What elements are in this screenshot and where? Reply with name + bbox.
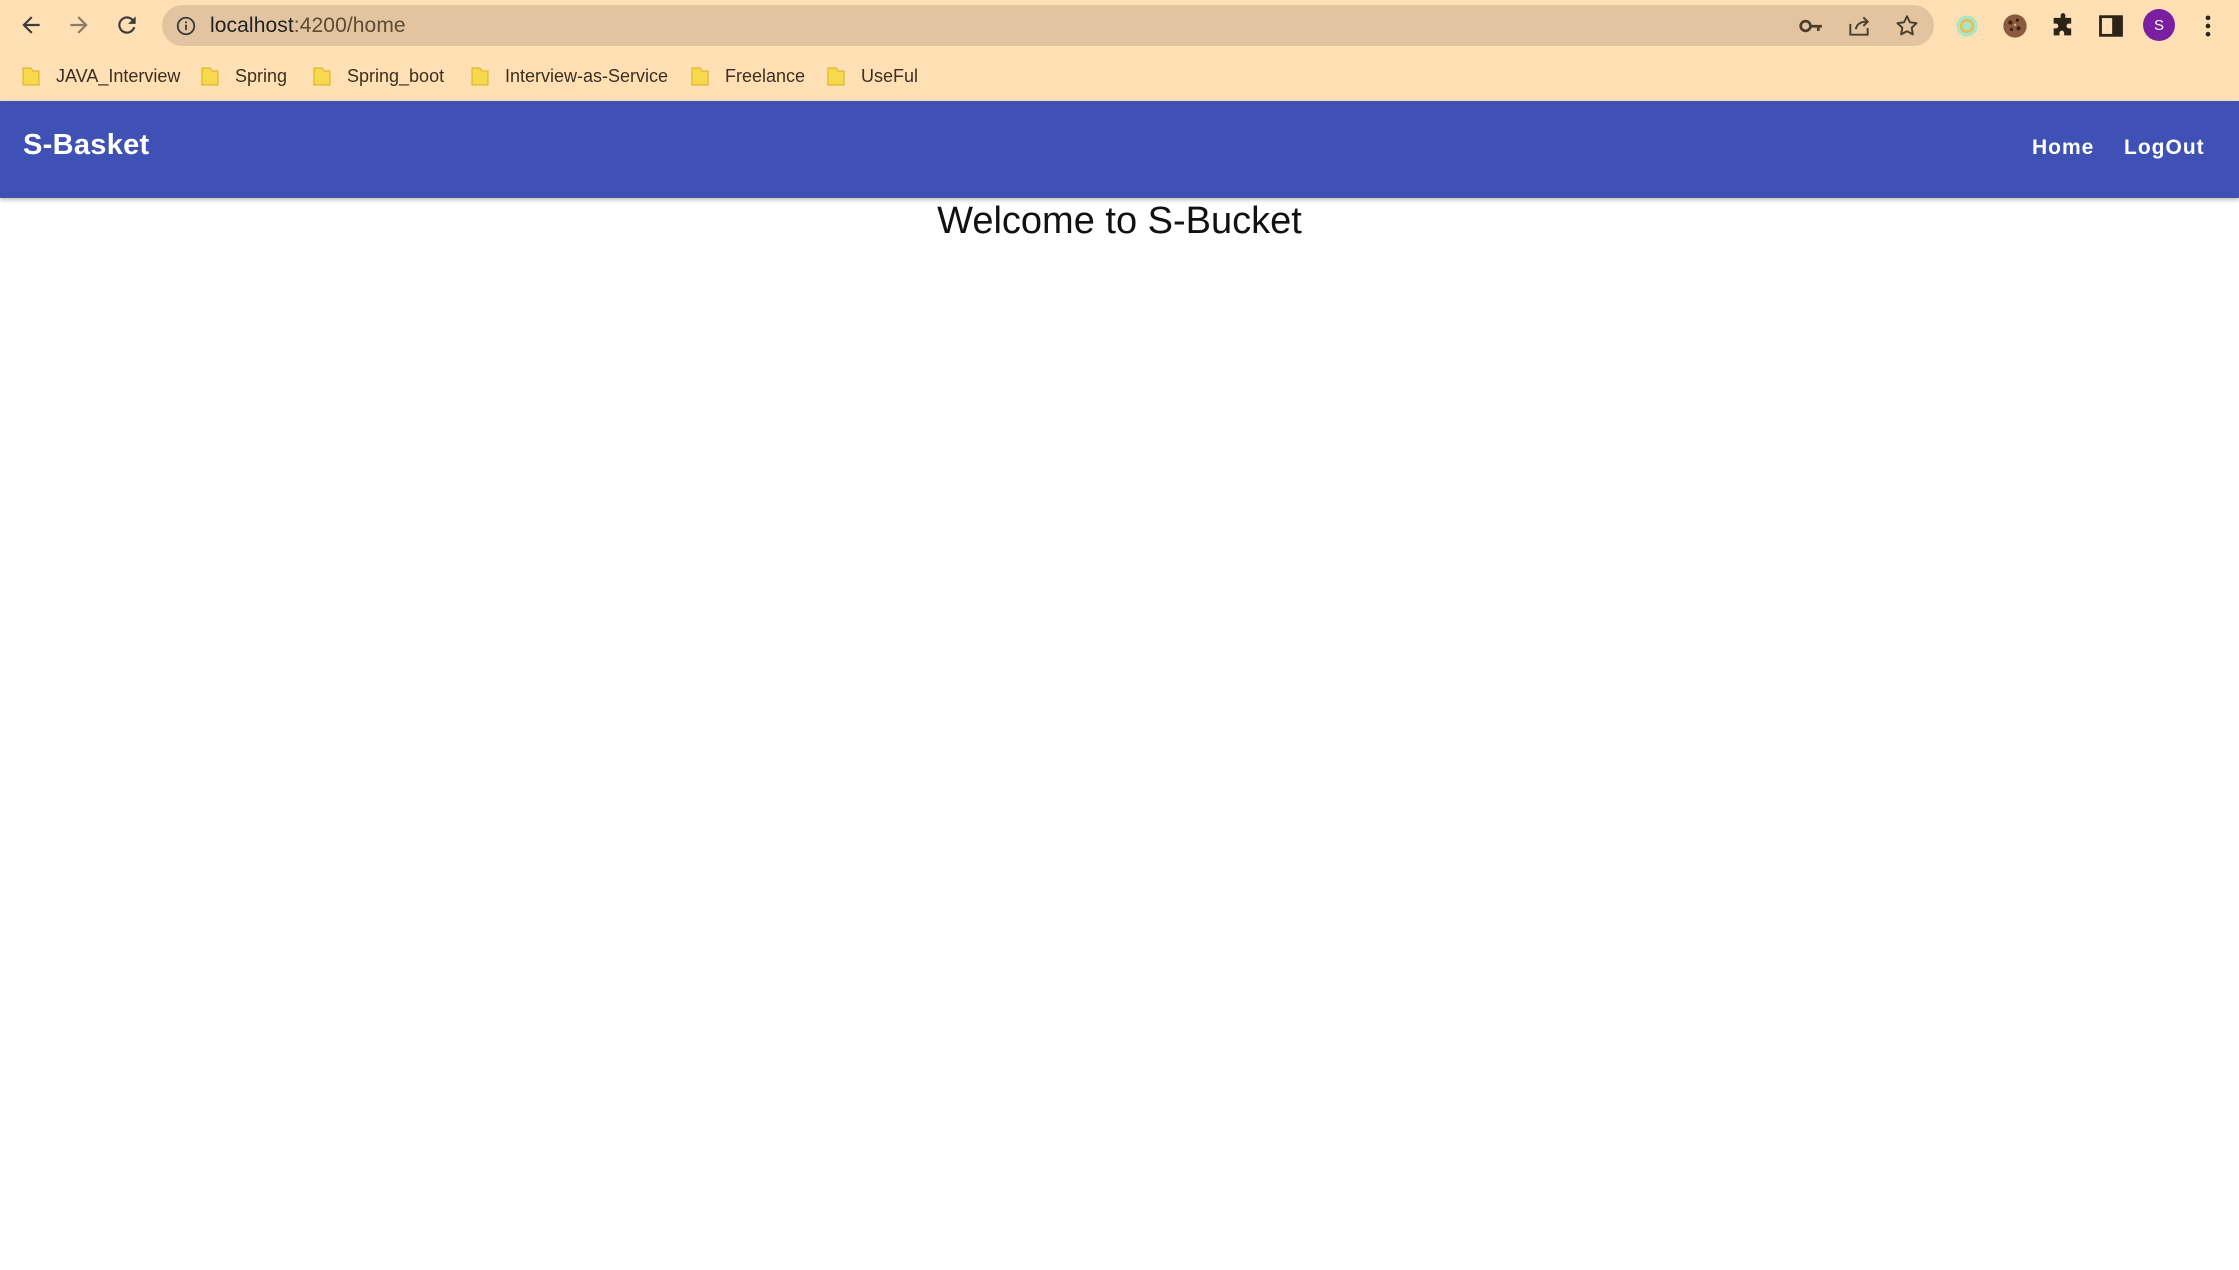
kebab-menu-icon[interactable] (2193, 11, 2223, 41)
back-arrow-icon (22, 16, 40, 34)
url-text[interactable]: localhost:4200/home (210, 14, 406, 38)
browser-chrome: localhost:4200/home S JAVA_Interview Spr… (0, 0, 2239, 101)
cookie-icon[interactable] (2000, 11, 2030, 41)
reload-icon (118, 16, 136, 34)
address-bar[interactable]: localhost:4200/home (162, 5, 1934, 46)
puzzle-icon[interactable] (2048, 11, 2078, 41)
folder-icon (691, 67, 709, 86)
bookmark-label: Spring (235, 65, 288, 86)
key-icon[interactable] (1798, 13, 1824, 39)
nav-home-link[interactable]: Home (2032, 136, 2094, 160)
bookmark-spring-boot[interactable]: Spring_boot (313, 61, 444, 91)
avatar[interactable]: S (2143, 9, 2175, 41)
forward-button[interactable] (60, 6, 98, 44)
folder-icon (22, 67, 40, 86)
side-panel-icon[interactable] (2096, 11, 2126, 41)
back-button[interactable] (12, 6, 50, 44)
welcome-heading: Welcome to S-Bucket (937, 200, 1302, 242)
bookmark-spring[interactable]: Spring (201, 61, 287, 91)
bookmark-label: Spring_boot (347, 65, 445, 86)
folder-icon (313, 67, 331, 86)
nav-logout-link[interactable]: LogOut (2124, 136, 2205, 160)
info-icon[interactable] (175, 15, 197, 37)
star-icon[interactable] (1894, 13, 1920, 39)
bookmark-label: UseFul (861, 65, 919, 86)
folder-icon (827, 67, 845, 86)
bookmark-interview-as-service[interactable]: Interview-as-Service (471, 61, 668, 91)
url-host: localhost (210, 13, 294, 37)
forward-arrow-icon (70, 16, 88, 34)
extension-icon[interactable] (1952, 11, 1982, 41)
folder-icon (471, 67, 489, 86)
reload-button[interactable] (108, 6, 146, 44)
share-icon[interactable] (1846, 13, 1872, 39)
folder-icon (201, 67, 219, 86)
brand-title[interactable]: S-Basket (23, 129, 150, 162)
bookmark-useful[interactable]: UseFul (827, 61, 918, 91)
url-path: :4200/home (293, 13, 406, 37)
browser-toolbar: localhost:4200/home S (0, 0, 2239, 50)
bookmarks-bar: JAVA_Interview Spring Spring_boot Interv… (0, 50, 2239, 101)
bookmark-label: Freelance (725, 65, 806, 86)
app-header: S-Basket Home LogOut (0, 101, 2239, 198)
bookmark-freelance[interactable]: Freelance (691, 61, 805, 91)
bookmark-label: Interview-as-Service (505, 65, 669, 86)
bookmark-label: JAVA_Interview (56, 65, 181, 86)
bookmark-java-interview[interactable]: JAVA_Interview (22, 61, 180, 91)
